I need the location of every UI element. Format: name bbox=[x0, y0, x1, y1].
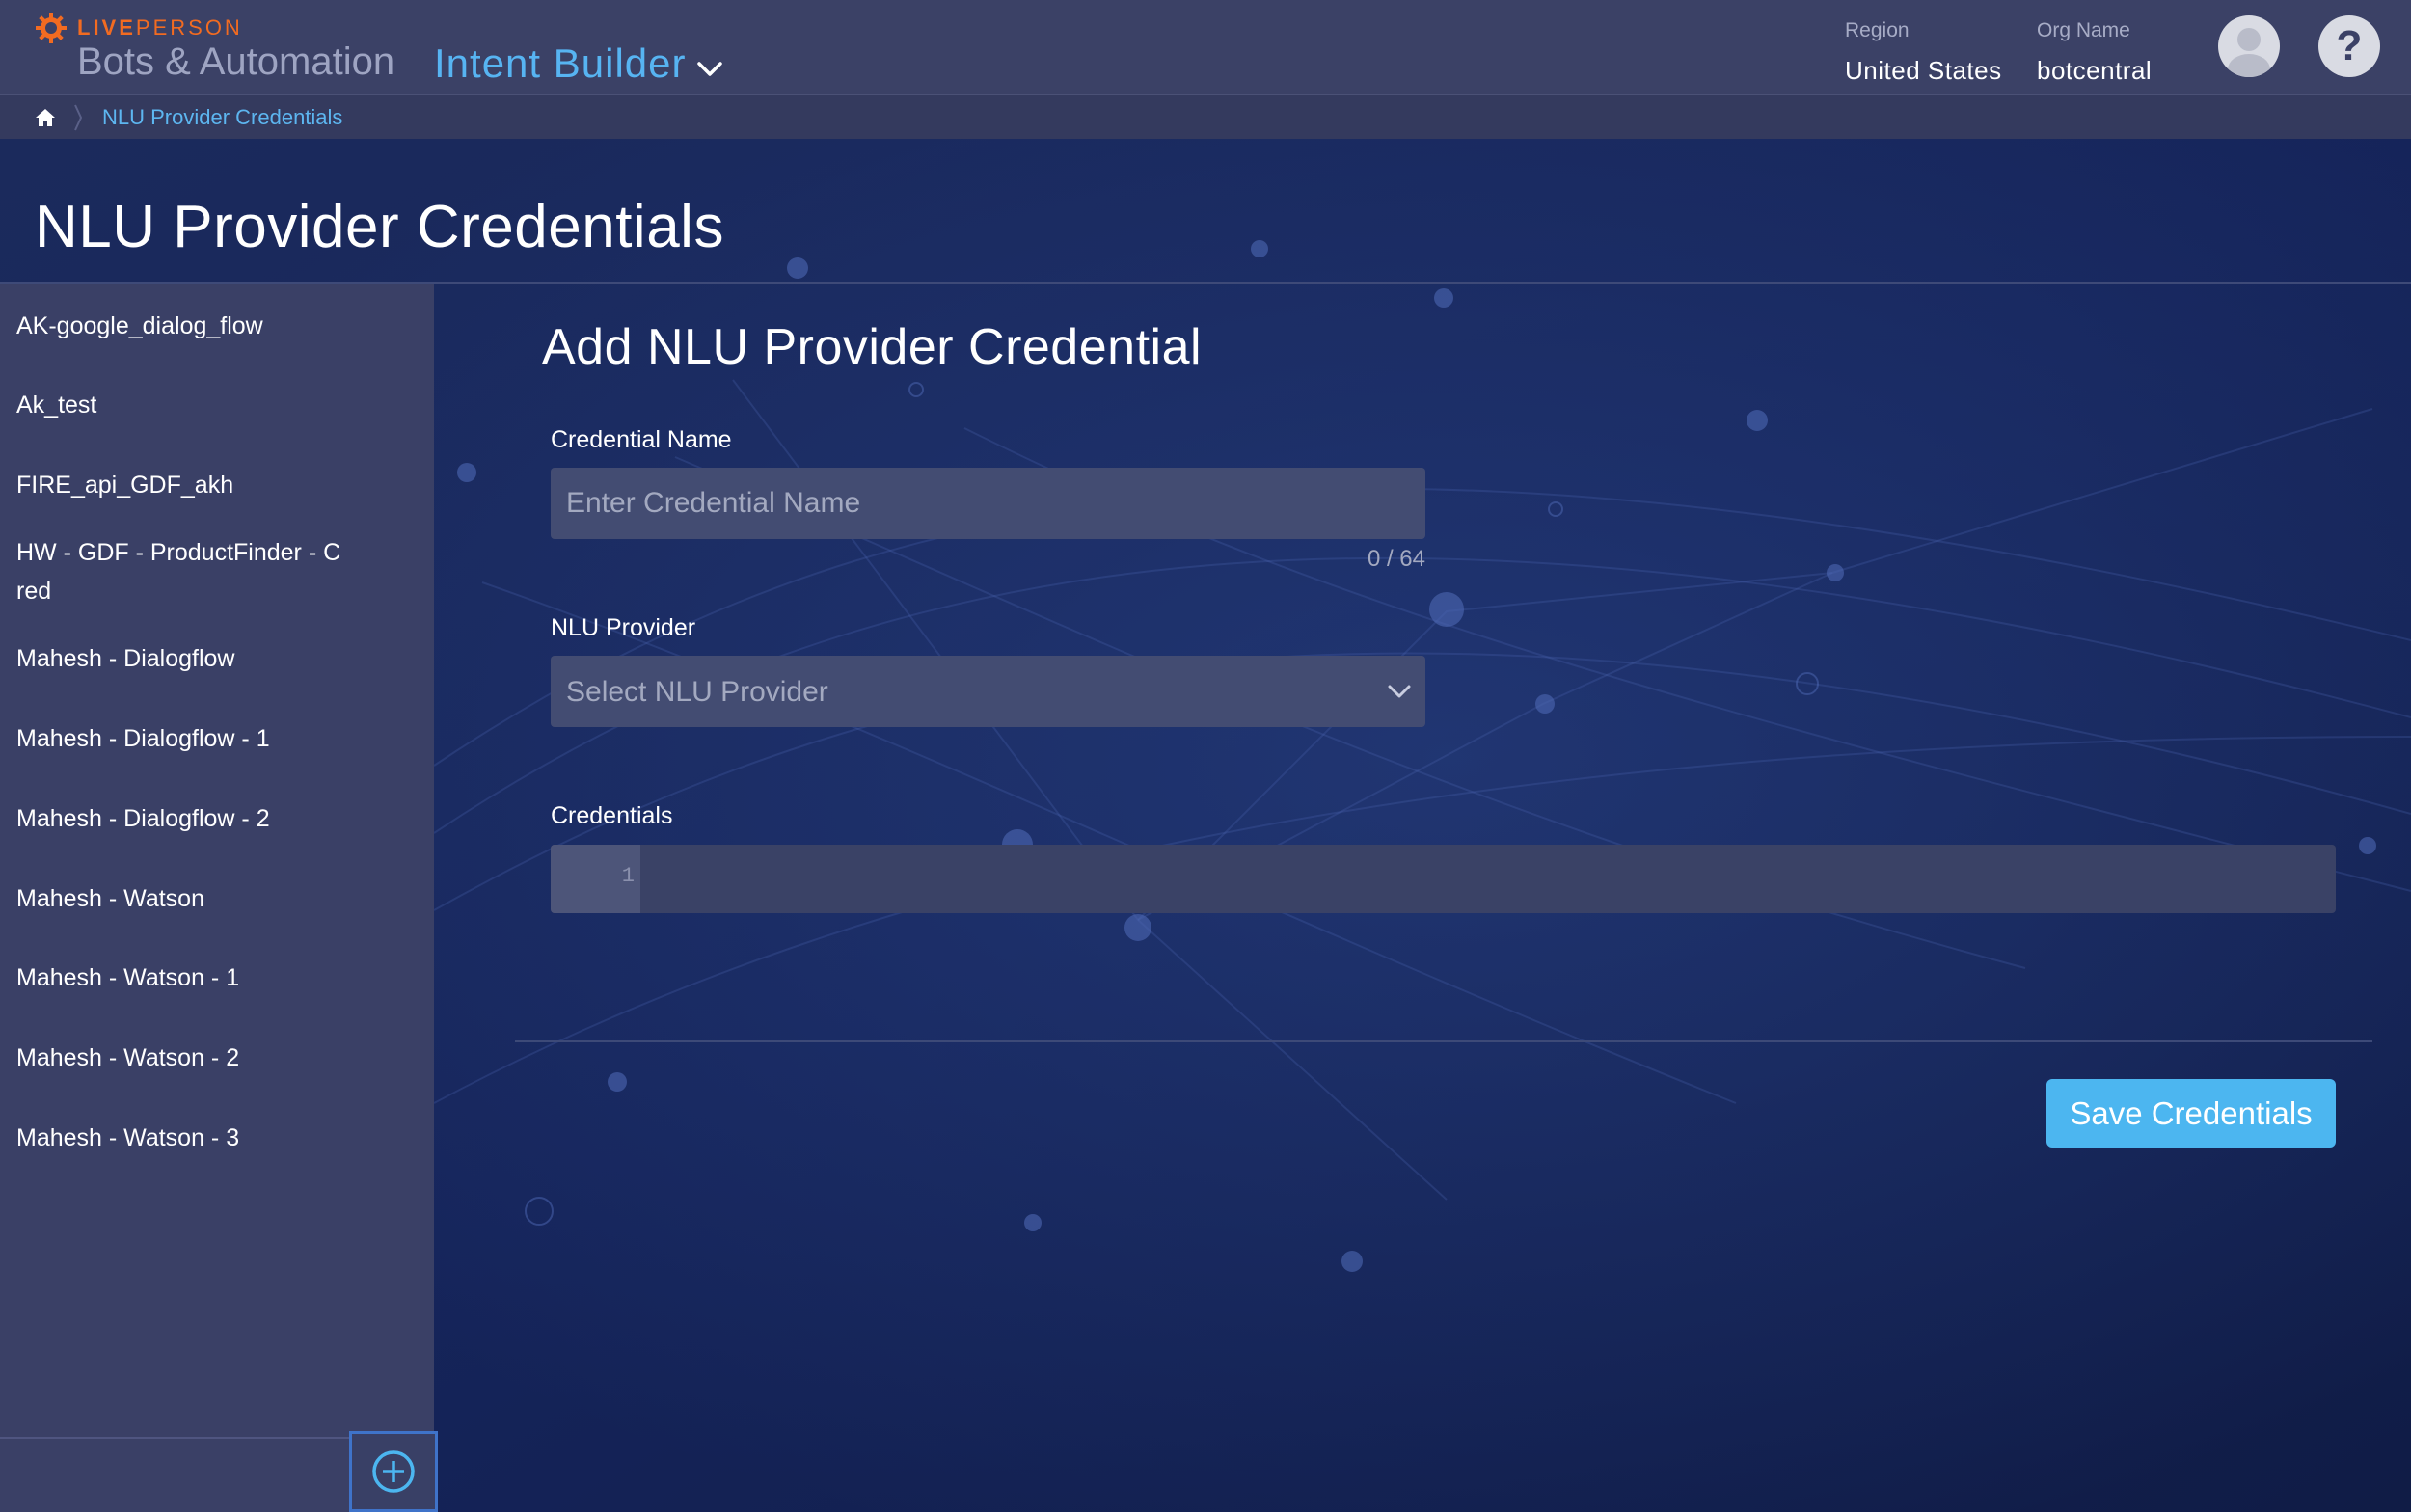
breadcrumb-nlu-credentials[interactable]: NLU Provider Credentials bbox=[102, 105, 342, 130]
sidebar-item-mahesh-watson-3[interactable]: Mahesh - Watson - 3 bbox=[16, 1119, 373, 1157]
chevron-down-icon bbox=[1388, 685, 1411, 698]
form-title: Add NLU Provider Credential bbox=[542, 319, 1203, 375]
help-icon[interactable]: ? bbox=[2318, 15, 2380, 77]
credentials-label: Credentials bbox=[551, 802, 673, 829]
sidebar-item-label-line-1: HW - GDF - ProductFinder - C bbox=[16, 539, 341, 566]
sidebar-item-ak-google-dialog-flow[interactable]: AK-google_dialog_flow bbox=[16, 307, 373, 345]
sidebar-item-mahesh-dialogflow-1[interactable]: Mahesh - Dialogflow - 1 bbox=[16, 719, 373, 758]
app-name: Bots & Automation bbox=[77, 40, 395, 83]
page-title: NLU Provider Credentials bbox=[35, 194, 724, 260]
liveperson-logo-icon bbox=[36, 13, 67, 43]
credentials-editor[interactable]: 1 bbox=[551, 845, 2336, 913]
add-credential-button[interactable] bbox=[349, 1431, 438, 1512]
liveperson-logo[interactable]: LIVEPERSON bbox=[35, 12, 243, 44]
sidebar-item-label-line-2: red bbox=[16, 578, 52, 605]
nlu-provider-label: NLU Provider bbox=[551, 614, 696, 641]
sidebar-item-mahesh-watson[interactable]: Mahesh - Watson bbox=[16, 879, 373, 918]
org-label: Org Name bbox=[2037, 19, 2130, 41]
nlu-provider-selected-value: Select NLU Provider bbox=[566, 676, 828, 708]
chevron-down-icon bbox=[696, 62, 722, 76]
save-credentials-button[interactable]: Save Credentials bbox=[2046, 1079, 2336, 1148]
org-value: botcentral bbox=[2037, 56, 2153, 85]
region-label: Region bbox=[1845, 19, 1910, 41]
module-switcher[interactable]: Intent Builder bbox=[434, 40, 723, 87]
sidebar-item-mahesh-watson-1[interactable]: Mahesh - Watson - 1 bbox=[16, 958, 373, 997]
breadcrumb-separator-icon bbox=[74, 104, 83, 130]
credential-name-label: Credential Name bbox=[551, 426, 732, 453]
org-info: Org Name botcentral bbox=[2037, 19, 2152, 86]
sidebar-item-mahesh-watson-2[interactable]: Mahesh - Watson - 2 bbox=[16, 1039, 373, 1077]
breadcrumb: NLU Provider Credentials bbox=[0, 94, 2411, 139]
user-silhouette bbox=[2228, 28, 2270, 77]
line-number: 1 bbox=[621, 864, 635, 888]
sidebar-item-mahesh-dialogflow[interactable]: Mahesh - Dialogflow bbox=[16, 639, 373, 678]
editor-gutter: 1 bbox=[551, 845, 640, 913]
character-counter: 0 / 64 bbox=[1367, 546, 1425, 572]
module-name: Intent Builder bbox=[434, 40, 687, 86]
region-info: Region United States bbox=[1845, 19, 2002, 86]
brand-name: LIVEPERSON bbox=[77, 15, 243, 40]
top-header: LIVEPERSON Bots & Automation Intent Buil… bbox=[0, 0, 2411, 94]
sidebar-item-ak-test[interactable]: Ak_test bbox=[16, 386, 373, 424]
credentials-sidebar: AK-google_dialog_flow Ak_test FIRE_api_G… bbox=[0, 284, 438, 1512]
user-avatar-icon[interactable] bbox=[2218, 15, 2280, 77]
sidebar-item-mahesh-dialogflow-2[interactable]: Mahesh - Dialogflow - 2 bbox=[16, 799, 373, 838]
credential-name-input[interactable] bbox=[551, 468, 1425, 539]
nlu-provider-select[interactable]: Select NLU Provider bbox=[551, 656, 1425, 727]
region-value: United States bbox=[1845, 56, 2002, 85]
plus-circle-icon bbox=[372, 1450, 415, 1493]
home-icon[interactable] bbox=[35, 108, 56, 127]
form-divider bbox=[515, 1040, 2372, 1042]
sidebar-item-hw-gdf-productfinder[interactable]: HW - GDF - ProductFinder - C red bbox=[16, 533, 373, 610]
sidebar-item-fire-api-gdf-akh[interactable]: FIRE_api_GDF_akh bbox=[16, 466, 373, 504]
